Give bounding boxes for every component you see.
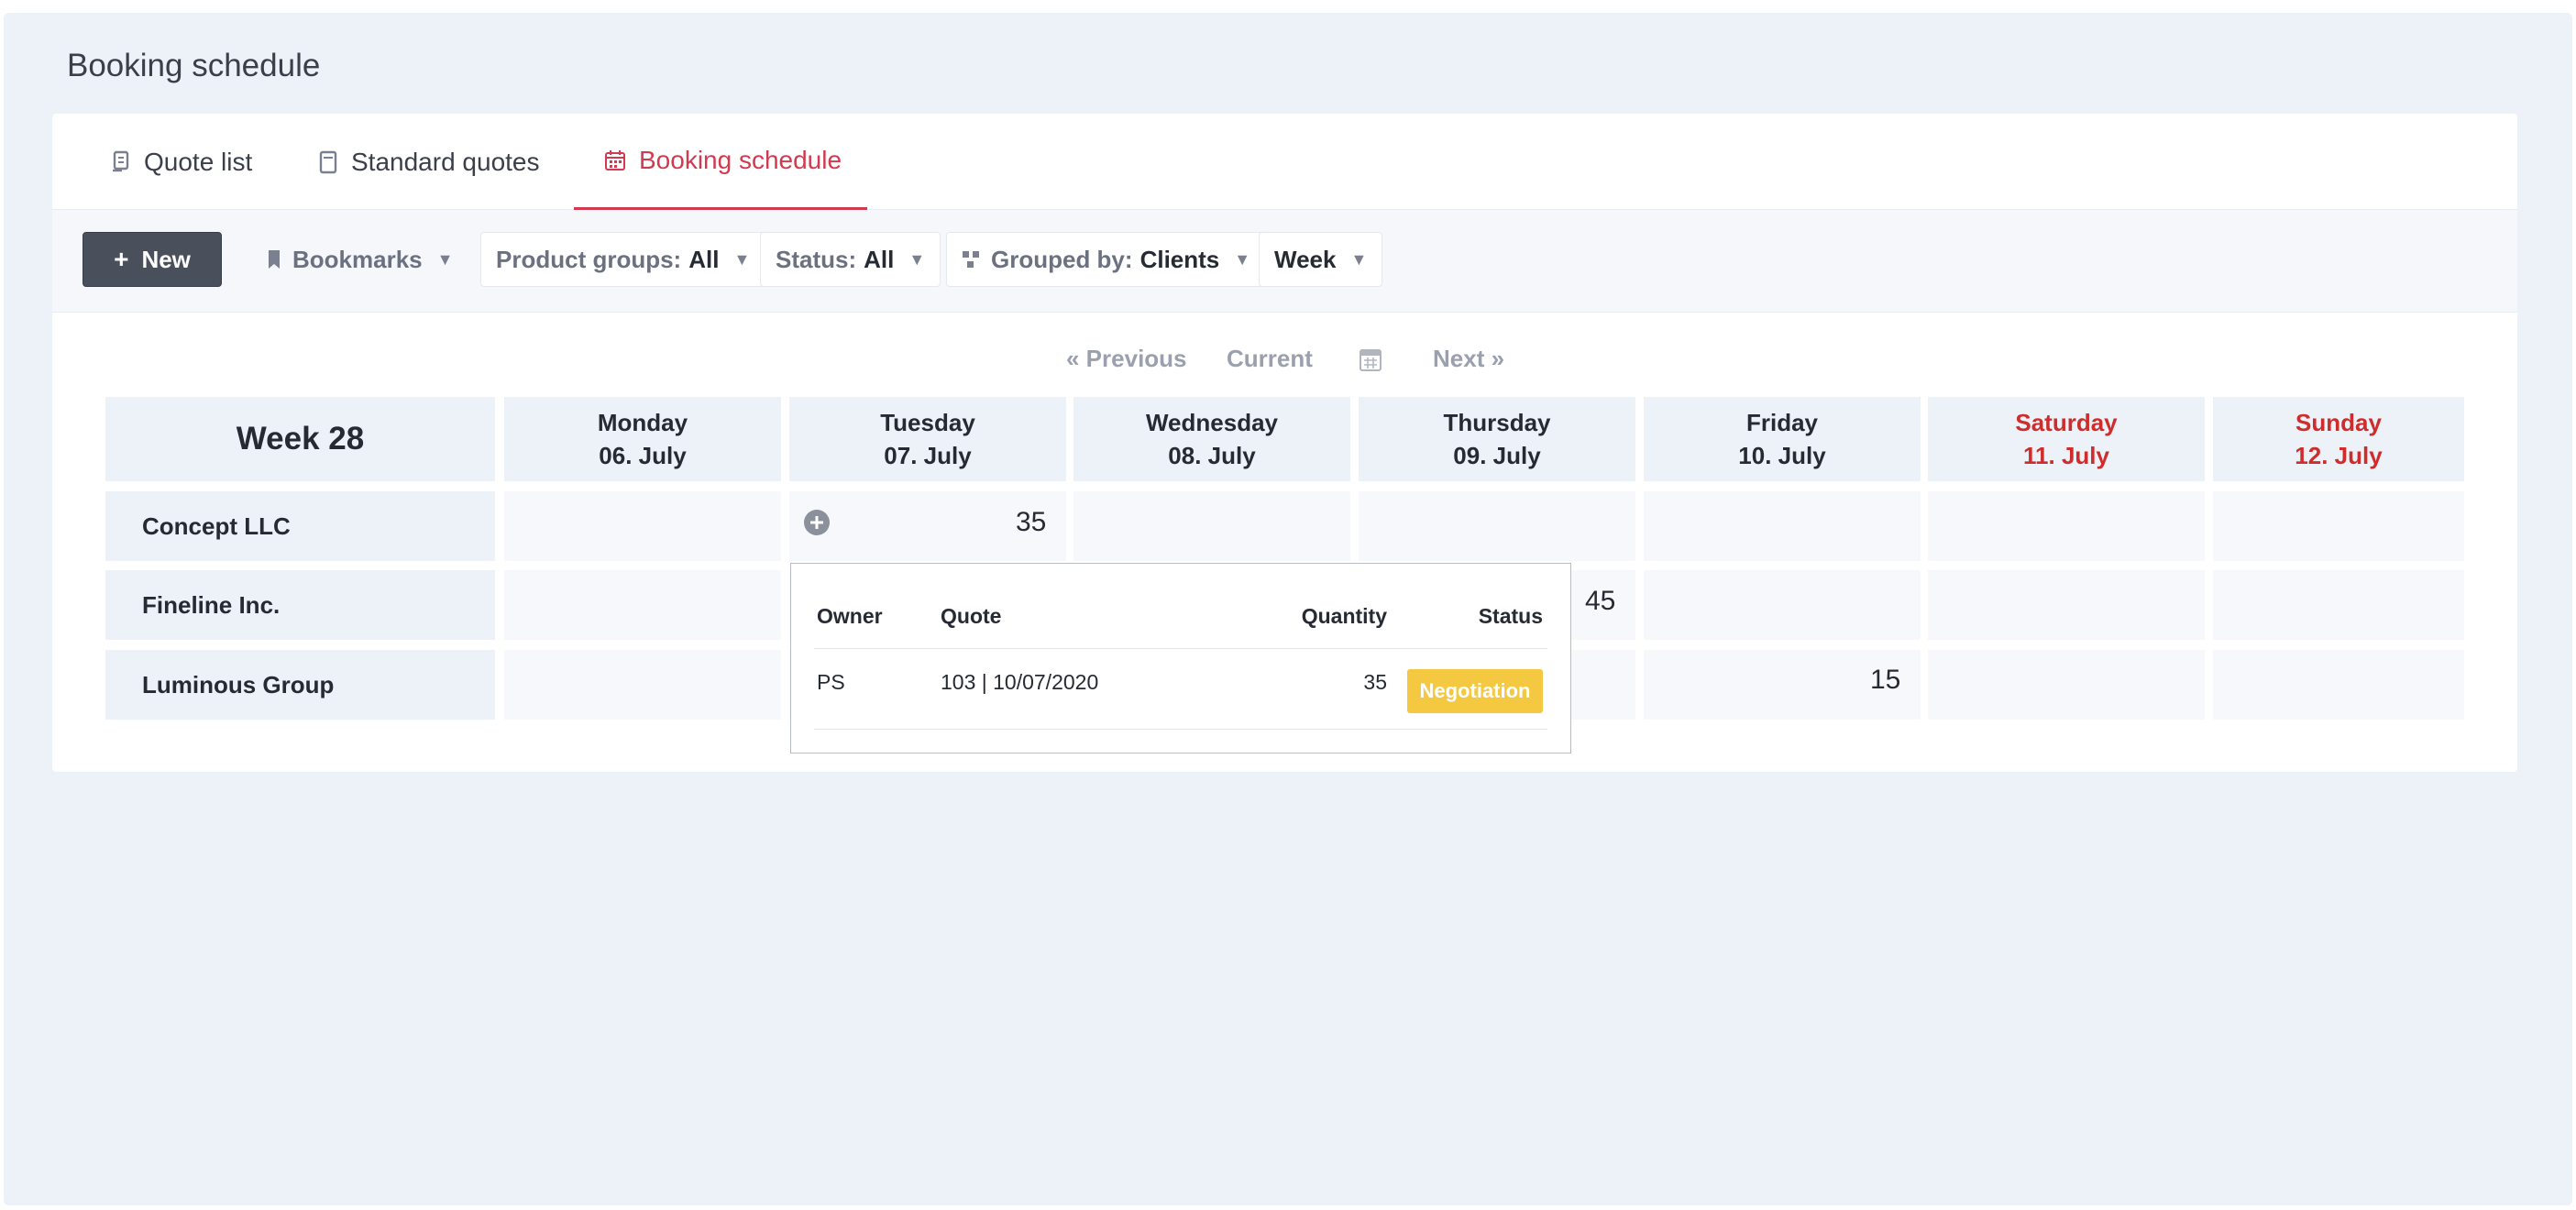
booking-quantity[interactable]: 45 [1585, 586, 1615, 617]
document-icon [318, 150, 338, 174]
week-label: Week 28 [105, 397, 495, 481]
toolbar: + New Bookmarks ▼ Product groups: All ▼ … [52, 210, 2517, 313]
row-label-fineline-inc: Fineline Inc. [105, 570, 495, 640]
day-header-monday: Monday 06. July [504, 397, 781, 481]
day-date: 12. July [2295, 442, 2383, 469]
day-name: Monday [597, 409, 688, 436]
week-navigation: « Previous Current Next » [52, 345, 2517, 381]
tab-label: Booking schedule [639, 146, 842, 174]
product-groups-label: Product groups: [496, 245, 682, 273]
tab-bar: Quote list Standard quotes Booking sched… [52, 114, 2517, 210]
booking-quantity[interactable]: 35 [1016, 507, 1046, 538]
schedule-cell[interactable] [2213, 491, 2464, 561]
bookmarks-label: Bookmarks [292, 245, 423, 273]
day-name: Friday [1745, 409, 1819, 436]
schedule-cell[interactable] [1928, 491, 2205, 561]
page-title: Booking schedule [67, 48, 321, 83]
popup-owner: PS [817, 670, 845, 694]
day-name: Thursday [1443, 409, 1551, 436]
day-date: 08. July [1168, 442, 1256, 469]
schedule-cell[interactable] [1928, 570, 2205, 640]
chevron-down-icon: ▼ [908, 249, 926, 269]
day-name: Sunday [2295, 409, 2382, 436]
day-date: 10. July [1738, 442, 1826, 469]
plus-icon: + [114, 245, 129, 273]
schedule-cell[interactable] [2213, 570, 2464, 640]
day-header-friday: Friday 10. July [1644, 397, 1921, 481]
calendar-icon [604, 149, 626, 171]
schedule-cell[interactable] [504, 491, 781, 561]
schedule-cell[interactable] [1644, 570, 1921, 640]
quote-list-icon [111, 150, 131, 174]
day-header-saturday: Saturday 11. July [1928, 397, 2205, 481]
schedule-cell[interactable] [1644, 491, 1921, 561]
period-value: Week [1274, 245, 1337, 273]
tab-label: Quote list [144, 147, 253, 176]
schedule-cell[interactable] [2213, 650, 2464, 720]
day-date: 06. July [599, 442, 687, 469]
popup-header-quantity: Quantity [1301, 604, 1387, 628]
current-link[interactable]: Current [1227, 345, 1313, 373]
popup-quantity: 35 [1363, 670, 1387, 694]
day-header-wednesday: Wednesday 08. July [1073, 397, 1350, 481]
period-select[interactable]: Week ▼ [1259, 232, 1383, 287]
schedule-cell[interactable] [1073, 491, 1350, 561]
day-date: 09. July [1453, 442, 1541, 469]
bookmarks-dropdown[interactable]: Bookmarks ▼ [252, 232, 468, 287]
schedule-cell[interactable] [504, 650, 781, 720]
day-name: Wednesday [1145, 409, 1278, 436]
popup-header-quote: Quote [941, 604, 1002, 628]
next-link[interactable]: Next » [1433, 345, 1504, 373]
bookmark-icon [267, 249, 281, 270]
row-label-luminous-group: Luminous Group [105, 650, 495, 720]
tab-standard-quotes[interactable]: Standard quotes [318, 114, 540, 210]
divider [814, 648, 1547, 649]
tab-quote-list[interactable]: Quote list [111, 114, 252, 210]
tab-booking-schedule[interactable]: Booking schedule [574, 114, 867, 210]
grouped-by-filter[interactable]: Grouped by: Clients ▼ [946, 232, 1267, 287]
booking-quantity[interactable]: 15 [1870, 665, 1900, 696]
grouped-by-label: Grouped by: [991, 245, 1133, 273]
popup-header-status: Status [1478, 604, 1543, 628]
new-button[interactable]: + New [83, 232, 222, 287]
day-header-thursday: Thursday 09. July [1359, 397, 1635, 481]
main-card: Quote list Standard quotes Booking sched… [52, 114, 2517, 772]
day-header-sunday: Sunday 12. July [2213, 397, 2464, 481]
product-groups-filter[interactable]: Product groups: All ▼ [480, 232, 766, 287]
row-label-concept-llc: Concept LLC [105, 491, 495, 561]
chevron-down-icon: ▼ [436, 249, 454, 269]
day-date: 11. July [2023, 442, 2109, 469]
divider [814, 729, 1547, 730]
schedule-cell[interactable] [504, 570, 781, 640]
popup-quote-link[interactable]: 103 | 10/07/2020 [941, 670, 1098, 695]
schedule-cell[interactable] [1928, 650, 2205, 720]
calendar-picker-icon[interactable] [1359, 346, 1382, 377]
day-header-tuesday: Tuesday 07. July [789, 397, 1066, 481]
add-booking-icon[interactable] [803, 509, 831, 541]
status-value: All [864, 245, 895, 273]
day-name: Saturday [2015, 409, 2118, 436]
status-filter[interactable]: Status: All ▼ [760, 232, 941, 287]
chevron-down-icon: ▼ [1234, 249, 1251, 269]
grouped-by-value: Clients [1139, 245, 1220, 273]
popup-header-owner: Owner [817, 604, 883, 628]
booking-details-popup: Owner Quote Quantity Status PS 103 | 10/… [790, 563, 1571, 754]
new-button-label: New [141, 245, 191, 273]
status-badge: Negotiation [1407, 669, 1543, 713]
day-name: Tuesday [880, 409, 975, 436]
day-date: 07. July [884, 442, 972, 469]
product-groups-value: All [688, 245, 720, 273]
status-label: Status: [776, 245, 857, 273]
tab-label: Standard quotes [351, 147, 540, 176]
schedule-cell[interactable] [1359, 491, 1635, 561]
previous-link[interactable]: « Previous [1066, 345, 1187, 373]
chevron-down-icon: ▼ [1350, 249, 1368, 269]
chevron-down-icon: ▼ [733, 249, 751, 269]
group-icon [962, 250, 980, 269]
